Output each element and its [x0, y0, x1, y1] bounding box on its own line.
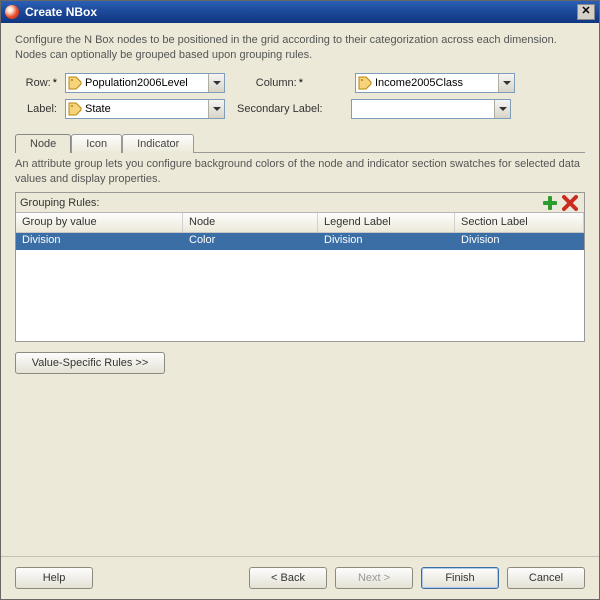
footer: Help < Back Next > Finish Cancel: [1, 556, 599, 599]
help-button[interactable]: Help: [15, 567, 93, 589]
table-toolbar: Grouping Rules:: [16, 193, 584, 213]
row-combo[interactable]: Population2006Level: [65, 73, 225, 93]
row-value: Population2006Level: [85, 77, 208, 89]
dialog-window: Create NBox ✕ Configure the N Box nodes …: [0, 0, 600, 600]
content-area: Configure the N Box nodes to be position…: [1, 23, 599, 556]
tab-icon[interactable]: Icon: [71, 134, 122, 153]
table-header: Group by value Node Legend Label Section…: [16, 213, 584, 233]
chevron-down-icon[interactable]: [208, 100, 224, 118]
tab-node[interactable]: Node: [15, 134, 71, 153]
header-section[interactable]: Section Label: [455, 213, 584, 232]
cell-section: Division: [455, 233, 584, 250]
tabs: Node Icon Indicator: [15, 133, 585, 152]
next-button: Next >: [335, 567, 413, 589]
label-label: Label:: [15, 103, 61, 115]
close-icon[interactable]: ✕: [577, 4, 595, 20]
delete-icon[interactable]: [562, 195, 578, 211]
row-label: Row:*: [15, 77, 61, 89]
chevron-down-icon[interactable]: [498, 74, 514, 92]
tab-indicator[interactable]: Indicator: [122, 134, 194, 153]
label-value: State: [85, 103, 208, 115]
back-button[interactable]: < Back: [249, 567, 327, 589]
window-title: Create NBox: [25, 5, 97, 19]
grouping-rules-table: Grouping Rules: Group by value Node Lege…: [15, 192, 585, 342]
app-icon: [5, 5, 19, 19]
titlebar: Create NBox ✕: [1, 1, 599, 23]
tag-icon: [68, 102, 82, 116]
cell-groupby: Division: [16, 233, 183, 250]
header-node[interactable]: Node: [183, 213, 318, 232]
cell-legend: Division: [318, 233, 455, 250]
column-combo[interactable]: Income2005Class: [355, 73, 515, 93]
tag-icon: [358, 76, 372, 90]
intro-text: Configure the N Box nodes to be position…: [15, 33, 585, 63]
header-groupby[interactable]: Group by value: [16, 213, 183, 232]
table-row[interactable]: Division Color Division Division: [16, 233, 584, 250]
grouping-rules-title: Grouping Rules:: [20, 197, 538, 209]
add-icon[interactable]: [542, 195, 558, 211]
column-value: Income2005Class: [375, 77, 498, 89]
tag-icon: [68, 76, 82, 90]
finish-button[interactable]: Finish: [421, 567, 499, 589]
header-legend[interactable]: Legend Label: [318, 213, 455, 232]
table-body: Division Color Division Division: [16, 233, 584, 341]
column-label: Column:*: [237, 77, 307, 89]
secondary-label-label: Secondary Label:: [237, 103, 347, 115]
secondary-label-combo[interactable]: [351, 99, 511, 119]
tab-panel-node: An attribute group lets you configure ba…: [15, 152, 585, 375]
cell-node: Color: [183, 233, 318, 250]
label-combo[interactable]: State: [65, 99, 225, 119]
value-specific-rules-button[interactable]: Value-Specific Rules >>: [15, 352, 165, 374]
chevron-down-icon[interactable]: [208, 74, 224, 92]
tab-description: An attribute group lets you configure ba…: [15, 157, 585, 187]
chevron-down-icon[interactable]: [494, 100, 510, 118]
cancel-button[interactable]: Cancel: [507, 567, 585, 589]
